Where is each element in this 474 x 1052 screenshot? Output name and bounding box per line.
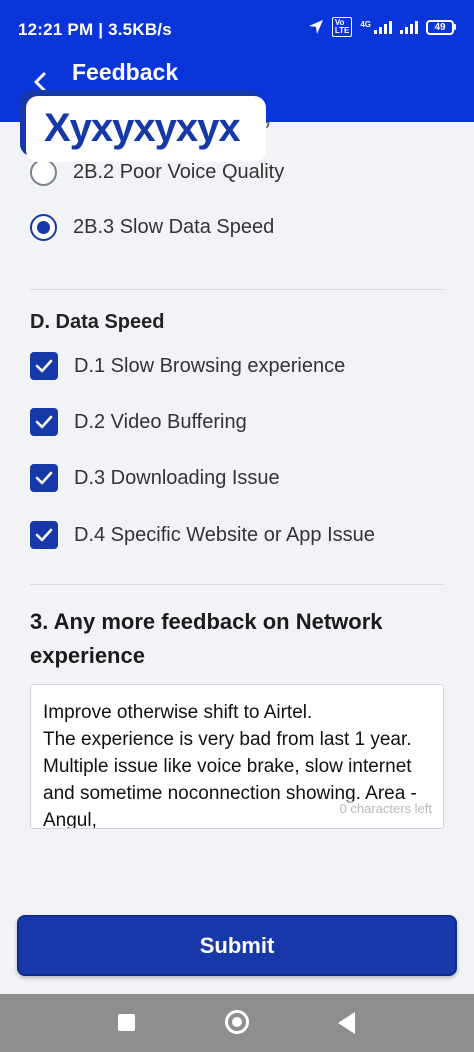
checkbox-d4[interactable]: D.4 Specific Website or App Issue xyxy=(30,521,375,549)
checkbox-checked[interactable] xyxy=(30,521,58,549)
option-label: 2B.3 Slow Data Speed xyxy=(73,215,275,238)
overlay-badge: Xyxyxyxyx xyxy=(26,96,266,162)
feedback-textarea[interactable]: Improve otherwise shift to Airtel. The e… xyxy=(30,684,444,829)
battery-icon: 49 xyxy=(426,19,456,35)
checkbox-d2[interactable]: D.2 Video Buffering xyxy=(30,408,247,436)
check-icon xyxy=(35,471,53,485)
check-icon xyxy=(35,359,53,373)
checkbox-label: D.2 Video Buffering xyxy=(74,410,247,433)
checkbox-checked[interactable] xyxy=(30,352,58,380)
page-title: Feedback xyxy=(72,59,179,85)
character-counter: 0 characters left xyxy=(339,801,432,816)
checkbox-label: D.1 Slow Browsing experience xyxy=(74,354,346,377)
check-icon xyxy=(35,415,53,429)
system-nav-bar xyxy=(0,994,474,1052)
volte-icon: Vo LTE xyxy=(331,17,353,37)
option-label: 2B.2 Poor Voice Quality xyxy=(73,160,285,183)
check-icon xyxy=(35,528,53,542)
question-3-title: 3. Any more feedback on Network experien… xyxy=(30,609,383,668)
submit-button[interactable]: Submit xyxy=(17,915,457,976)
location-icon xyxy=(308,20,323,34)
status-time: 12:21 PM | 3.5KB/s xyxy=(18,20,172,39)
option-2b2[interactable]: 2B.2 Poor Voice Quality xyxy=(30,158,284,186)
checkbox-checked[interactable] xyxy=(30,408,58,436)
checkbox-label: D.4 Specific Website or App Issue xyxy=(74,523,375,546)
battery-level: 49 xyxy=(426,19,454,35)
checkbox-checked[interactable] xyxy=(30,464,58,492)
option-2b3[interactable]: 2B.3 Slow Data Speed xyxy=(30,213,274,241)
overlay-badge-label: Xyxyxyxyx xyxy=(44,106,241,150)
back-icon[interactable] xyxy=(338,1012,355,1034)
divider xyxy=(30,289,444,290)
signal-2-icon xyxy=(400,20,418,34)
home-icon[interactable] xyxy=(225,1010,249,1034)
status-bar: 12:21 PM | 3.5KB/s Vo LTE 4G 49 xyxy=(0,0,474,58)
signal-icon: 4G xyxy=(360,20,392,34)
radio-button[interactable] xyxy=(30,158,57,186)
recents-icon[interactable] xyxy=(118,1014,135,1031)
divider xyxy=(30,584,444,585)
chevron-left-icon[interactable] xyxy=(30,70,50,94)
section-title: D. Data Speed xyxy=(30,311,165,333)
checkbox-label: D.3 Downloading Issue xyxy=(74,466,280,489)
checkbox-d1[interactable]: D.1 Slow Browsing experience xyxy=(30,352,345,380)
checkbox-d3[interactable]: D.3 Downloading Issue xyxy=(30,464,280,492)
feedback-form[interactable]: g 2B.2 Poor Voice Quality 2B.3 Slow Data… xyxy=(0,122,474,912)
status-icons: Vo LTE 4G 49 xyxy=(308,17,456,37)
network-type-label: 4G xyxy=(360,20,371,29)
radio-button-selected[interactable] xyxy=(30,213,57,241)
